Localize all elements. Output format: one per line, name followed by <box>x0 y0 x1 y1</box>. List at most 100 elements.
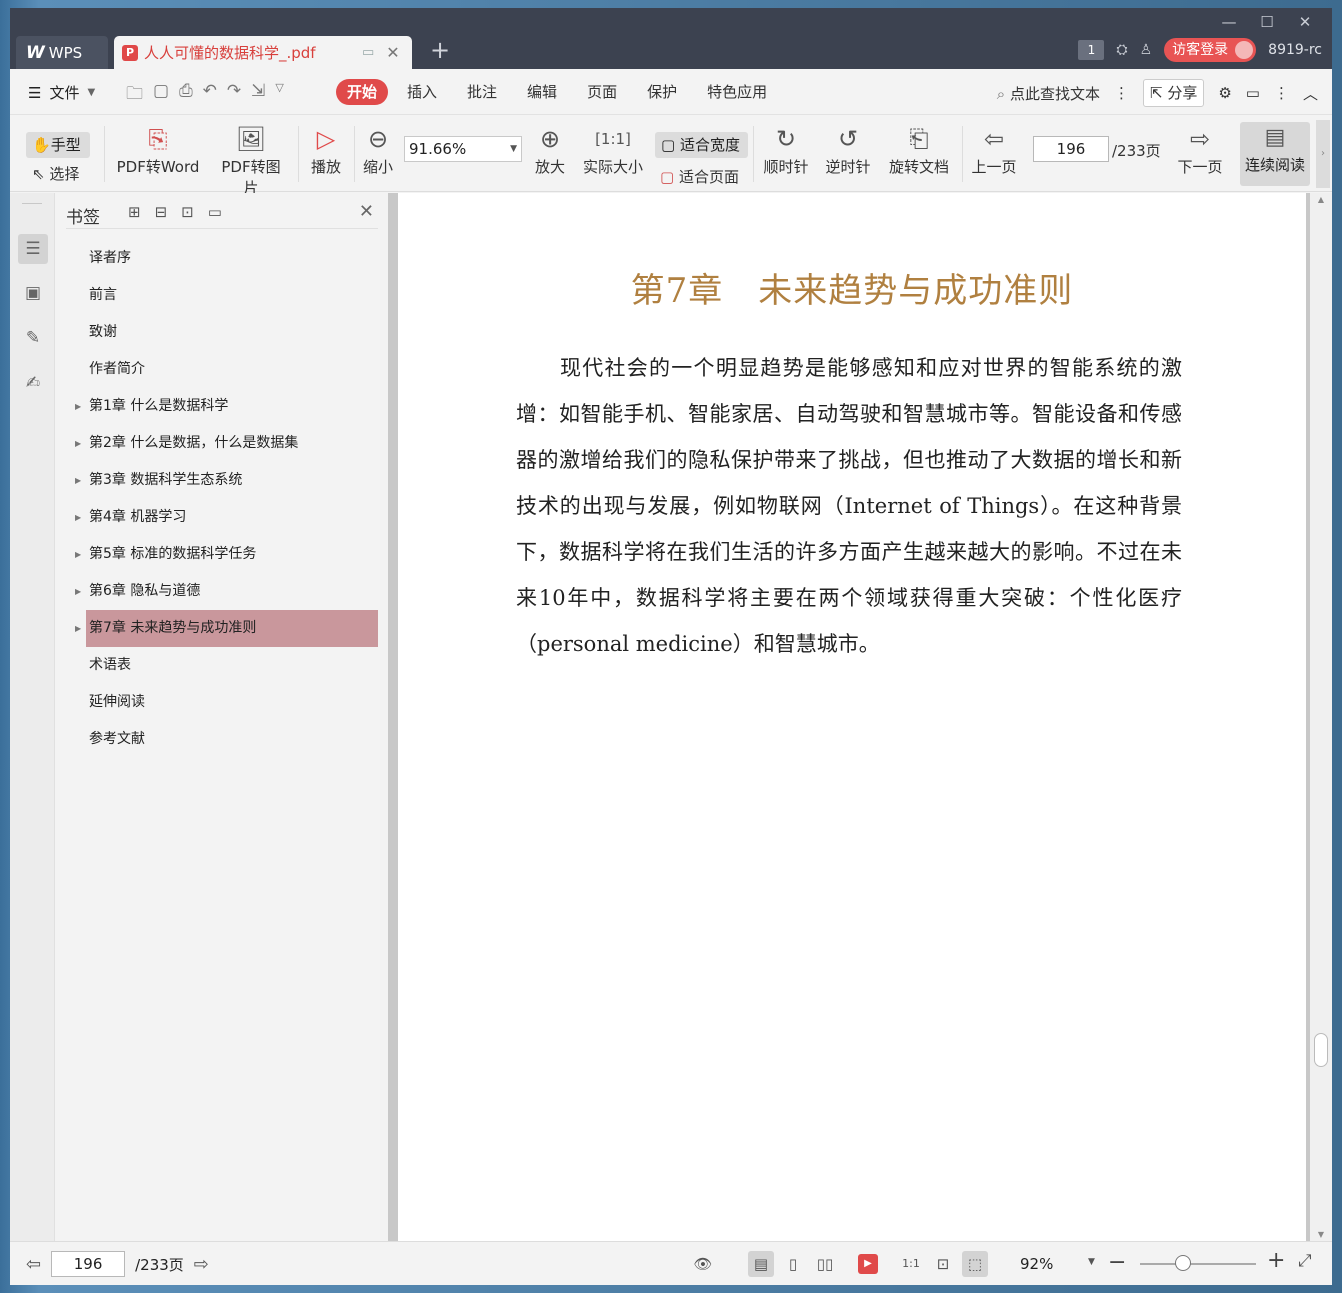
bookmark-item[interactable]: ▶ 第7章 未来趋势与成功准则 <box>75 610 378 647</box>
thumbnail-image-icon[interactable]: ▣ <box>18 278 48 308</box>
rotate-document-button[interactable]: ⎗ 旋转文档 <box>886 122 952 177</box>
select-tool-button[interactable]: ⇖ 选择 <box>32 163 79 184</box>
rotate-counterclockwise-button[interactable]: ↺ 逆时针 <box>822 122 874 177</box>
bookmark-item[interactable]: 译者序 <box>86 240 378 277</box>
expand-arrow-icon[interactable]: ▶ <box>75 610 81 647</box>
bookmark-item[interactable]: ▶ 第4章 机器学习 <box>75 499 378 536</box>
scroll-up-icon[interactable]: ▲ <box>1310 195 1332 204</box>
bookmark-options-icon[interactable]: ▭ <box>208 203 222 221</box>
more-vertical-icon[interactable]: ⋮ <box>1274 84 1289 102</box>
collapse-ribbon-icon[interactable]: ︿ <box>1303 83 1318 104</box>
export-icon[interactable]: ⇲ <box>251 81 265 110</box>
tab-protect[interactable]: 保护 <box>632 79 692 105</box>
minimize-icon[interactable]: — <box>1210 12 1248 32</box>
status-zoom-value[interactable]: 92% <box>1020 1255 1053 1273</box>
previous-page-button[interactable]: ⇦ 上一页 <box>968 122 1020 177</box>
zoom-plus-icon[interactable]: + <box>1267 1248 1285 1273</box>
bookmark-item[interactable]: 参考文献 <box>86 721 378 758</box>
fit-width-button[interactable]: ▢ 适合宽度 <box>655 132 748 158</box>
more-options-icon[interactable]: ⋮ <box>1114 84 1129 102</box>
maximize-icon[interactable]: ☐ <box>1248 12 1286 32</box>
rotate-clockwise-button[interactable]: ↻ 顺时针 <box>760 122 812 177</box>
bookmark-item[interactable]: ▶ 第2章 什么是数据，什么是数据集 <box>75 425 378 462</box>
expand-arrow-icon[interactable]: ▶ <box>75 462 81 499</box>
status-prev-page-icon[interactable]: ⇦ <box>26 1254 41 1275</box>
window-count-badge[interactable]: 1 <box>1078 40 1105 60</box>
redo-icon[interactable]: ↷ <box>227 81 241 110</box>
bookmark-item[interactable]: 术语表 <box>86 647 378 684</box>
vertical-scrollbar[interactable]: ▲ ▼ <box>1310 193 1332 1241</box>
tab-edit[interactable]: 编辑 <box>512 79 572 105</box>
file-menu[interactable]: ☰ 文件 ▼ <box>28 82 95 103</box>
comment-icon[interactable]: ▭ <box>1246 84 1260 102</box>
fullscreen-icon[interactable]: ⤢ <box>1298 1251 1312 1271</box>
bookmark-item[interactable]: 作者简介 <box>86 351 378 388</box>
single-page-view-icon[interactable]: ▯ <box>780 1251 806 1277</box>
skin-shirt-icon[interactable]: ♙ <box>1140 42 1153 58</box>
tab-wps-home[interactable]: W WPS <box>16 36 108 69</box>
expand-arrow-icon[interactable]: ▶ <box>75 536 81 573</box>
save-icon[interactable]: ▢ <box>153 81 169 110</box>
zoom-slider-track[interactable] <box>1140 1263 1256 1265</box>
settings-gear-icon[interactable]: ⚙ <box>1218 84 1231 102</box>
expand-arrow-icon[interactable]: ▶ <box>75 573 81 610</box>
bookmark-item[interactable]: ▶ 第6章 隐私与道德 <box>75 573 378 610</box>
undo-icon[interactable]: ↶ <box>203 81 217 110</box>
zoom-out-button[interactable]: ⊖ 缩小 <box>358 122 398 177</box>
bookmark-panel-icon[interactable]: ☰ <box>18 234 48 264</box>
bookmark-item[interactable]: ▶ 第5章 标准的数据科学任务 <box>75 536 378 573</box>
bookmark-item[interactable]: ▶ 第1章 什么是数据科学 <box>75 388 378 425</box>
find-text-button[interactable]: ⌕ 点此查找文本 <box>997 83 1100 104</box>
annotation-pen-icon[interactable]: ✎ <box>18 323 48 353</box>
expand-arrow-icon[interactable]: ▶ <box>75 425 81 462</box>
expand-arrow-icon[interactable]: ▶ <box>75 499 81 536</box>
close-panel-icon[interactable]: ✕ <box>359 201 374 222</box>
pin-window-icon[interactable]: ▭ <box>362 45 374 60</box>
two-page-view-icon[interactable]: ▯▯ <box>812 1251 838 1277</box>
next-page-button[interactable]: ⇨ 下一页 <box>1174 122 1226 177</box>
fit-width-icon[interactable]: ⬚ <box>962 1251 988 1277</box>
close-tab-icon[interactable]: ✕ <box>386 43 399 62</box>
add-bookmark-icon[interactable]: ⊡ <box>181 203 194 221</box>
hand-tool-button[interactable]: ✋手型 <box>26 132 90 158</box>
close-window-icon[interactable]: ✕ <box>1286 12 1324 32</box>
expand-arrow-icon[interactable]: ▶ <box>75 388 81 425</box>
tab-document[interactable]: P 人人可懂的数据科学_.pdf ▭ ✕ <box>114 36 412 69</box>
print-icon[interactable]: ⎙ <box>179 81 193 110</box>
new-tab-button[interactable]: + <box>430 38 450 62</box>
pdf-to-word-button[interactable]: ⎘ PDF转Word <box>114 122 202 177</box>
play-button[interactable]: ▷ 播放 <box>304 122 348 177</box>
tab-insert[interactable]: 插入 <box>392 79 452 105</box>
continuous-view-icon[interactable]: ▤ <box>748 1251 774 1277</box>
bookmark-item[interactable]: 前言 <box>86 277 378 314</box>
continuous-read-button[interactable]: ▤ 连续阅读 <box>1240 122 1310 186</box>
status-page-input[interactable]: 196 <box>51 1251 126 1277</box>
share-button[interactable]: ⇱ 分享 <box>1142 79 1205 107</box>
zoom-select[interactable]: 91.66% ▼ <box>404 136 522 162</box>
ribbon-scroll-right[interactable]: › <box>1316 120 1330 188</box>
more-dropdown-icon[interactable]: ▽ <box>275 81 283 110</box>
status-next-page-icon[interactable]: ⇨ <box>194 1254 209 1275</box>
bookmark-item[interactable]: 延伸阅读 <box>86 684 378 721</box>
cloud-sync-icon[interactable]: ⛭ <box>1116 42 1127 58</box>
eye-protection-icon[interactable]: 👁 <box>690 1251 716 1277</box>
login-button[interactable]: 访客登录 <box>1164 38 1257 62</box>
tab-start[interactable]: 开始 <box>336 79 389 105</box>
tab-page[interactable]: 页面 <box>572 79 632 105</box>
play-slideshow-icon[interactable]: ▶ <box>858 1254 878 1274</box>
zoom-in-button[interactable]: ⊕ 放大 <box>530 122 570 177</box>
fit-page-button[interactable]: ▢ 适合页面 <box>660 166 739 187</box>
signature-icon[interactable]: ✍ <box>18 368 48 398</box>
chevron-down-icon[interactable]: ▼ <box>1088 1257 1095 1267</box>
expand-all-icon[interactable]: ⊞ <box>128 203 141 221</box>
tab-features[interactable]: 特色应用 <box>692 79 782 105</box>
tab-annotate[interactable]: 批注 <box>452 79 512 105</box>
fit-page-icon[interactable]: ⊡ <box>930 1251 956 1277</box>
actual-size-button[interactable]: [1:1] 实际大小 <box>580 122 646 177</box>
scroll-down-icon[interactable]: ▼ <box>1310 1230 1332 1239</box>
pdf-to-image-button[interactable]: 🖼 PDF转图片 <box>214 122 288 198</box>
open-folder-icon[interactable]: 🗀 <box>126 81 143 110</box>
zoom-minus-icon[interactable]: − <box>1108 1250 1126 1275</box>
zoom-slider-knob[interactable] <box>1174 1255 1191 1271</box>
bookmark-item[interactable]: 致谢 <box>86 314 378 351</box>
